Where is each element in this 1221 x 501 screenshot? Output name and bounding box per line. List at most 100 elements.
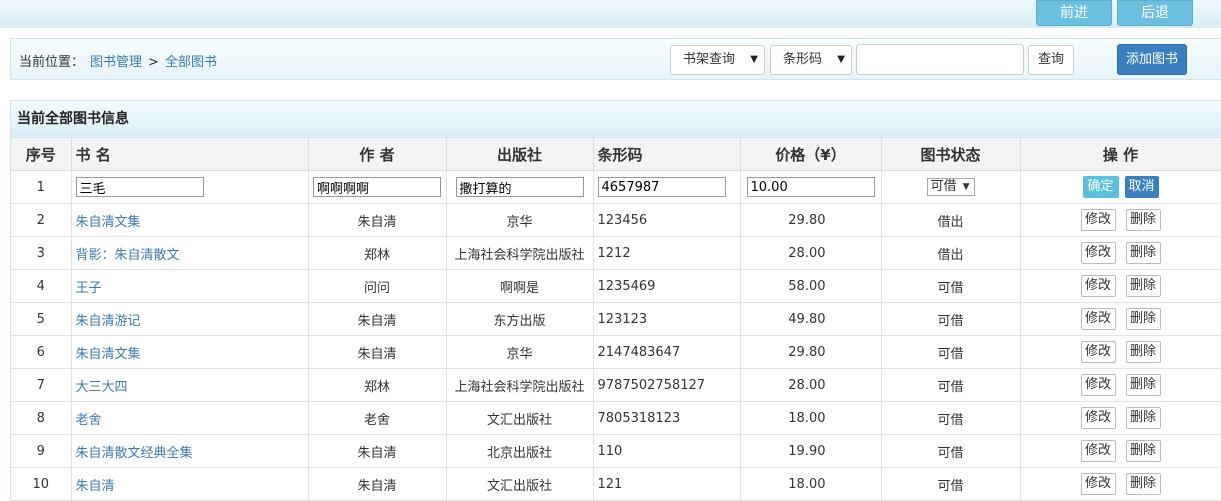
row-status: 可借 (881, 269, 1021, 303)
edit-button[interactable]: 修改 (1080, 341, 1116, 363)
row-author: 问问 (308, 269, 447, 303)
book-title-link[interactable]: 朱自清文集 (76, 347, 141, 362)
book-title-link[interactable]: 老舍 (76, 413, 102, 428)
breadcrumb-all-books[interactable]: 全部图书 (165, 55, 217, 70)
edit-button[interactable]: 修改 (1080, 209, 1116, 231)
row-price: 28.00 (740, 368, 882, 402)
book-title-link[interactable]: 朱自清游记 (76, 314, 141, 329)
table-row: 5 朱自清游记 朱自清 东方出版 123123 49.80 可借 修改 删除 (11, 302, 1221, 336)
breadcrumb-label: 当前位置： (19, 55, 85, 70)
row-price: 19.90 (740, 434, 882, 468)
top-bar: 前进 后退 (0, 0, 1221, 28)
table-header-row: 序号 书 名 作 者 出版社 条形码 价格（¥） 图书状态 操 作 (11, 138, 1221, 171)
table-row: 2 朱自清文集 朱自清 京华 123456 29.80 借出 修改 删除 (11, 203, 1221, 237)
row-price: 49.80 (740, 302, 882, 336)
shelf-query-select[interactable]: 书架查询 ▼ (670, 45, 765, 75)
table-row: 10 朱自清 朱自清 文汇出版社 121 18.00 可借 修改 删除 (11, 467, 1221, 501)
status-select-value: 可借 (930, 179, 957, 194)
row-index: 1 (11, 170, 72, 204)
breadcrumb-book-management[interactable]: 图书管理 (90, 55, 142, 70)
row-barcode: 1212 (593, 236, 741, 270)
header-author: 作 者 (308, 138, 447, 171)
back-button[interactable]: 后退 (1117, 0, 1193, 26)
row-index: 5 (11, 302, 72, 336)
edit-button[interactable]: 修改 (1080, 440, 1116, 462)
panel-title: 当前全部图书信息 (11, 101, 1221, 138)
edit-button[interactable]: 修改 (1080, 275, 1116, 297)
row-publisher: 上海社会科学院出版社 (446, 368, 594, 402)
query-button[interactable]: 查询 (1028, 45, 1074, 75)
row-barcode: 1235469 (593, 269, 741, 303)
add-book-button[interactable]: 添加图书 (1117, 44, 1187, 75)
price-input[interactable] (746, 177, 875, 197)
cancel-button[interactable]: 取消 (1124, 176, 1159, 198)
header-actions: 操 作 (1020, 138, 1221, 171)
row-price: 18.00 (740, 401, 882, 435)
edit-button[interactable]: 修改 (1080, 407, 1116, 429)
row-index: 10 (11, 467, 72, 501)
edit-button[interactable]: 修改 (1080, 308, 1116, 330)
delete-button[interactable]: 删除 (1125, 407, 1161, 429)
row-status: 可借 (881, 335, 1021, 369)
search-input[interactable] (856, 44, 1024, 75)
row-publisher: 京华 (446, 203, 594, 237)
delete-button[interactable]: 删除 (1125, 341, 1161, 363)
header-barcode: 条形码 (593, 138, 741, 171)
edit-button[interactable]: 修改 (1080, 374, 1116, 396)
edit-button[interactable]: 修改 (1080, 473, 1116, 495)
row-status: 可借 (881, 434, 1021, 468)
delete-button[interactable]: 删除 (1125, 473, 1161, 495)
delete-button[interactable]: 删除 (1125, 440, 1161, 462)
row-author: 郑林 (308, 368, 447, 402)
search-field-value: 条形码 (783, 52, 823, 67)
shelf-query-value: 书架查询 (683, 52, 736, 67)
book-title-link[interactable]: 背影：朱自清散文 (76, 248, 180, 263)
row-publisher: 京华 (446, 335, 594, 369)
table-row: 9 朱自清散文经典全集 朱自清 北京出版社 110 19.90 可借 修改 删除 (11, 434, 1221, 468)
edit-button[interactable]: 修改 (1080, 242, 1116, 264)
row-publisher: 东方出版 (446, 302, 594, 336)
table-row: 7 大三大四 郑林 上海社会科学院出版社 9787502758127 28.00 可借 修改删… (11, 368, 1221, 402)
row-status: 可借 (881, 368, 1021, 402)
table-row: 4 王子 问问 啊啊是 1235469 58.00 可借 修改 删除 (11, 269, 1221, 303)
row-author: 朱自清 (308, 335, 447, 369)
header-status: 图书状态 (881, 138, 1021, 171)
status-select[interactable]: 可借 ▼ (926, 178, 975, 196)
row-publisher: 文汇出版社 (446, 401, 594, 435)
row-publisher: 上海社会科学院出版社 (446, 236, 594, 270)
search-field-select[interactable]: 条形码 ▼ (770, 45, 852, 75)
book-title-link[interactable]: 朱自清散文经典全集 (76, 446, 193, 461)
table-row: 3 背影：朱自清散文 郑林 上海社会科学院出版社 1212 28.00 借出 修改 删除 (11, 236, 1221, 270)
row-barcode: 123123 (593, 302, 741, 336)
row-price: 58.00 (740, 269, 882, 303)
books-table: 序号 书 名 作 者 出版社 条形码 价格（¥） 图书状态 操 作 1 可借 ▼ … (11, 138, 1221, 501)
book-title-link[interactable]: 王子 (76, 281, 102, 296)
row-publisher: 北京出版社 (446, 434, 594, 468)
book-title-link[interactable]: 朱自清 (76, 479, 115, 494)
chevron-down-icon: ▼ (837, 54, 845, 65)
delete-button[interactable]: 删除 (1125, 374, 1161, 396)
delete-button[interactable]: 删除 (1125, 275, 1161, 297)
delete-button[interactable]: 删除 (1125, 308, 1161, 330)
barcode-input[interactable] (597, 177, 726, 197)
row-barcode: 110 (593, 434, 741, 468)
forward-button[interactable]: 前进 (1036, 0, 1112, 26)
book-title-link[interactable]: 大三大四 (76, 380, 128, 395)
row-author: 朱自清 (308, 434, 447, 468)
header-title: 书 名 (71, 138, 309, 171)
title-input[interactable] (75, 177, 204, 197)
publisher-input[interactable] (455, 177, 584, 197)
row-barcode: 9787502758127 (593, 368, 741, 402)
confirm-button[interactable]: 确定 (1082, 176, 1119, 198)
row-barcode: 2147483647 (593, 335, 741, 369)
books-panel: 当前全部图书信息 序号 书 名 作 者 出版社 条形码 价格（¥） 图书状态 操… (10, 100, 1221, 501)
delete-button[interactable]: 删除 (1125, 242, 1161, 264)
book-title-link[interactable]: 朱自清文集 (76, 215, 141, 230)
row-index: 9 (11, 434, 72, 468)
header-price: 价格（¥） (740, 138, 882, 171)
delete-button[interactable]: 删除 (1125, 209, 1161, 231)
row-author: 朱自清 (308, 302, 447, 336)
author-input[interactable] (313, 177, 441, 197)
row-index: 4 (11, 269, 72, 303)
row-status: 可借 (881, 302, 1021, 336)
